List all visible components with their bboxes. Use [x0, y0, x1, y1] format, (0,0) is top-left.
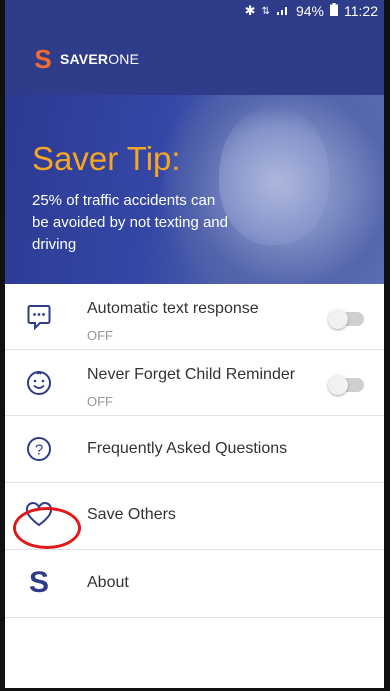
settings-list: Automatic text response OFF Never Forget…	[5, 284, 384, 618]
saverone-logo-icon: S	[34, 43, 52, 74]
app-bar: S SAVERONE	[5, 22, 384, 95]
item-label: Save Others	[87, 506, 176, 523]
battery-icon	[330, 3, 338, 19]
brand-name-light: ONE	[108, 50, 140, 67]
toggle-knob	[328, 309, 348, 329]
message-bubble-icon	[25, 303, 53, 331]
child-face-icon	[25, 369, 53, 397]
automatic-text-response-toggle[interactable]	[328, 309, 364, 329]
child-photo	[219, 105, 329, 245]
list-item-never-forget-child[interactable]: Never Forget Child Reminder OFF	[5, 350, 384, 416]
app-screen: ✱ ⇅ 94% 11:22 S SAVERONE Saver Tip: 25% …	[0, 0, 390, 691]
list-item-automatic-text-response[interactable]: Automatic text response OFF	[5, 284, 384, 350]
svg-text:?: ?	[35, 442, 43, 459]
data-icon: ⇅	[261, 5, 270, 17]
signal-icon	[276, 4, 290, 19]
clock: 11:22	[344, 3, 378, 19]
battery-level: 94%	[295, 3, 324, 19]
item-label: Frequently Asked Questions	[87, 440, 288, 457]
header: ✱ ⇅ 94% 11:22 S SAVERONE	[5, 0, 384, 95]
never-forget-child-toggle[interactable]	[328, 375, 364, 395]
item-status: OFF	[87, 328, 113, 343]
highlight-circle	[13, 507, 81, 549]
brand-name-bold: SAVER	[60, 50, 109, 67]
brand-name: SAVERONE	[60, 51, 139, 67]
toggle-knob	[328, 375, 348, 395]
status-bar: ✱ ⇅ 94% 11:22	[5, 0, 384, 22]
saverone-s-icon: S	[28, 566, 49, 599]
tip-title: Saver Tip:	[32, 140, 181, 177]
item-status: OFF	[87, 394, 113, 409]
saver-tip-banner: Saver Tip: 25% of traffic accidents can …	[5, 95, 384, 284]
bluetooth-icon: ✱	[244, 3, 256, 18]
item-label: About	[87, 574, 129, 591]
question-circle-icon: ?	[25, 435, 53, 463]
item-label: Automatic text response	[87, 300, 259, 317]
list-item-faq[interactable]: ? Frequently Asked Questions	[5, 416, 384, 483]
list-item-about[interactable]: S About	[5, 550, 384, 618]
item-label: Never Forget Child Reminder	[87, 366, 296, 383]
tip-text: 25% of traffic accidents can be avoided …	[32, 192, 228, 253]
